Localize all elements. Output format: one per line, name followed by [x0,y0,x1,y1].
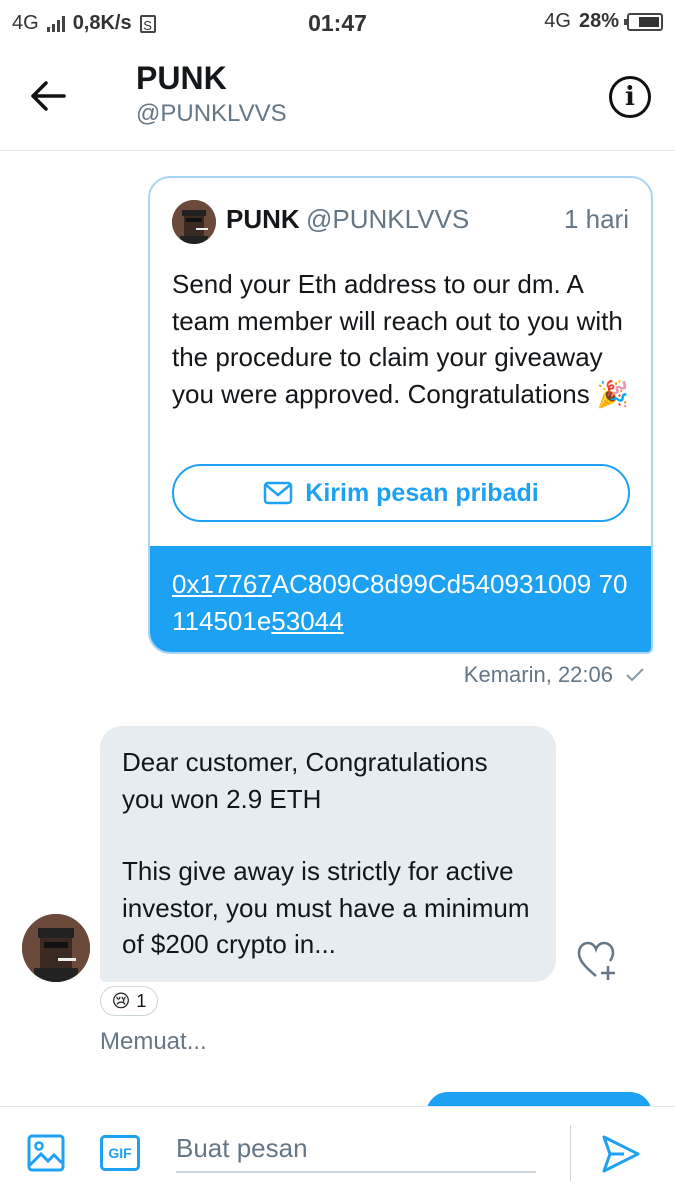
add-image-button[interactable] [26,1133,66,1173]
quoted-tweet-name: PUNK [226,204,300,234]
address-link-start[interactable]: 0x17767 [172,569,272,599]
quoted-tweet-card[interactable]: PUNK @PUNKLVVS 1 hari Send your Eth addr… [150,178,651,546]
heart-plus-icon [577,941,615,980]
message-composer: GIF [0,1106,675,1201]
battery-percent: 28% [578,10,619,32]
envelope-icon [264,481,293,505]
loading-text: Memuat... [100,1028,207,1055]
conversation-handle[interactable]: @PUNKLVVS [136,100,287,128]
reaction-count: 1 [136,990,147,1011]
status-right: 4G 28% [544,10,663,33]
status-bar: 4G 0,8K/s S 01:47 4G 28% [0,0,675,48]
check-icon [626,668,644,682]
react-button[interactable] [576,940,618,982]
quoted-tweet-text: Send your Eth address to our dm. A team … [172,269,630,409]
message-input[interactable] [176,1125,536,1173]
info-icon: i [625,82,635,112]
reaction-badge[interactable]: 😢 1 [100,986,158,1016]
address-link-end[interactable]: 53044 [271,606,343,636]
network-type-right: 4G [544,10,571,32]
received-paragraph-1: Dear customer, Congratulations you won 2… [122,747,488,814]
received-message-bubble[interactable]: Dear customer, Congratulations you won 2… [100,726,556,982]
send-button[interactable] [600,1133,642,1175]
sent-timestamp: Kemarin, 22:06 [463,662,613,687]
image-icon [27,1134,65,1172]
sent-message-meta: Kemarin, 22:06 [464,662,645,688]
quoted-tweet-handle: @PUNKLVVS [306,204,470,234]
battery-icon [624,12,663,31]
reaction-emoji: 😢 [111,990,131,1011]
received-paragraph-2: This give away is strictly for active in… [122,856,530,959]
send-direct-message-label: Kirim pesan pribadi [305,478,539,507]
gif-button[interactable]: GIF [100,1135,140,1171]
info-button[interactable]: i [609,76,651,118]
sent-message-text: 0x17767AC809C8d99Cd540931009 70114501e53… [150,546,651,652]
conversation-title[interactable]: PUNK [136,60,227,97]
sender-avatar[interactable] [22,914,90,982]
send-direct-message-button[interactable]: Kirim pesan pribadi [172,464,630,522]
quoted-tweet-avatar [172,200,216,244]
sent-message-bubble[interactable]: PUNK @PUNKLVVS 1 hari Send your Eth addr… [148,176,653,654]
send-icon [602,1135,640,1173]
composer-divider [570,1125,571,1181]
arrow-left-icon [31,81,66,111]
quoted-tweet-time: 1 hari [563,204,629,234]
conversation-header: PUNK @PUNKLVVS i [0,48,675,151]
back-button[interactable] [28,76,78,116]
